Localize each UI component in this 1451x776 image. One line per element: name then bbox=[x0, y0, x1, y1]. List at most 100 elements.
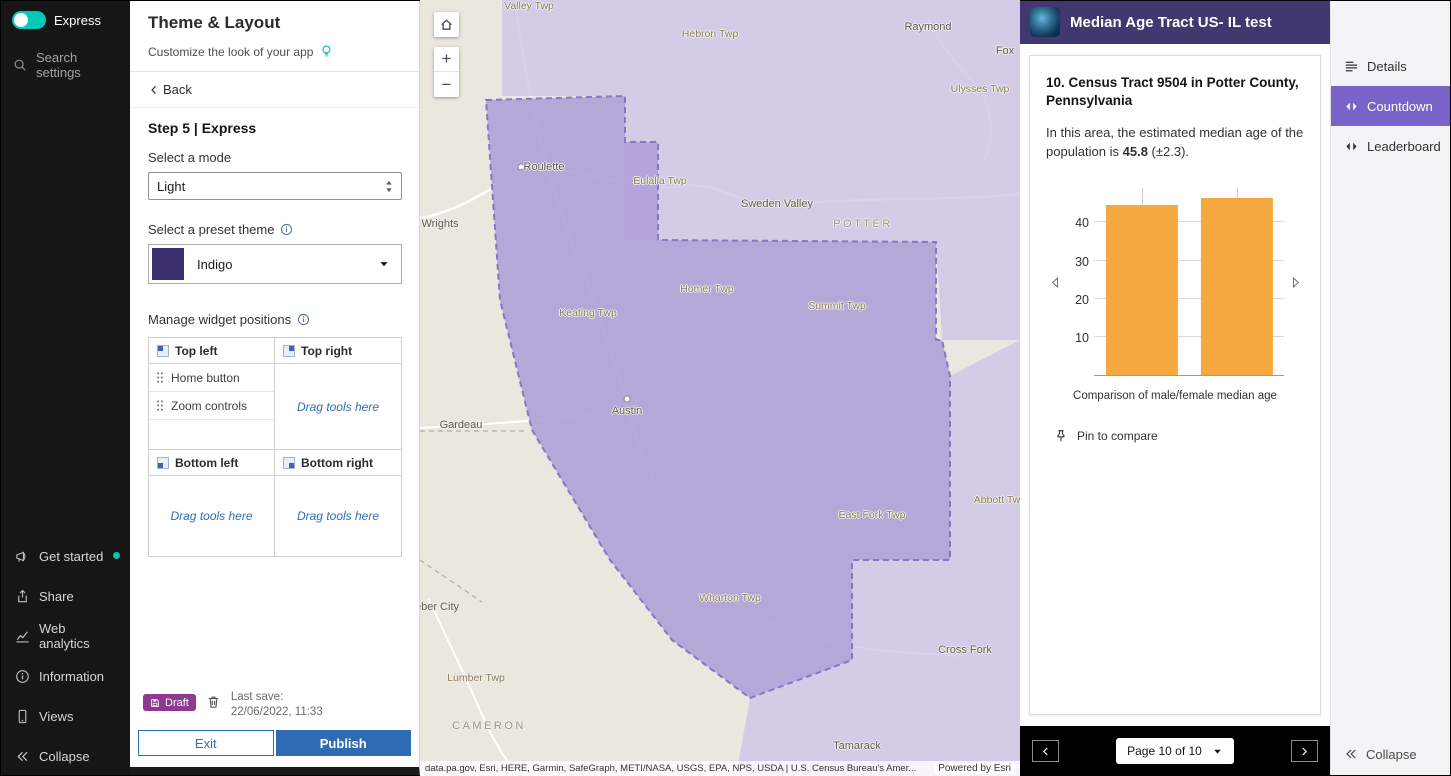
megaphone-icon bbox=[15, 549, 30, 564]
sidebar-item-label: Web analytics bbox=[39, 621, 90, 651]
panel-tab-label: Leaderboard bbox=[1367, 138, 1441, 154]
widget-position-grid: Top left Top right Home button Zoom contr… bbox=[148, 337, 402, 557]
drag-handle-icon[interactable] bbox=[156, 399, 164, 412]
bottom-left-dropzone[interactable]: Drag tools here bbox=[149, 476, 275, 556]
chart-ytick: 30 bbox=[1075, 254, 1089, 269]
drag-handle-icon[interactable] bbox=[156, 371, 164, 384]
search-settings[interactable]: Search settings bbox=[0, 38, 130, 92]
app-window: Express Search settings Get started Share… bbox=[0, 0, 1451, 776]
analytics-icon bbox=[15, 629, 30, 644]
page-title: Theme & Layout bbox=[148, 13, 281, 32]
top-left-label: Top left bbox=[175, 343, 218, 358]
median-age-value: 45.8 bbox=[1122, 144, 1148, 160]
zoom-controls: + − bbox=[434, 47, 459, 97]
panel-tab-countdown[interactable]: Countdown bbox=[1331, 86, 1451, 126]
panel-tab-label: Details bbox=[1367, 58, 1407, 74]
sidebar-item-label: Information bbox=[39, 668, 105, 684]
chart-y-axis: 10 20 30 40 bbox=[1066, 188, 1094, 376]
bottom-left-label: Bottom left bbox=[175, 455, 239, 470]
info-icon[interactable] bbox=[297, 313, 310, 326]
theme-swatch bbox=[152, 248, 184, 280]
back-button[interactable]: Back bbox=[130, 72, 419, 108]
sidebar-item-information[interactable]: Information bbox=[0, 656, 130, 696]
settings-panel: Theme & Layout Customize the look of you… bbox=[130, 0, 420, 776]
map-view[interactable]: Valley Twp Hebron Twp Raymond Fox Ulysses Tw… bbox=[420, 0, 1020, 776]
draft-status-badge: Draft bbox=[143, 694, 196, 712]
theme-label: Select a preset theme bbox=[148, 222, 275, 237]
carousel-icon bbox=[1344, 99, 1359, 114]
settings-subtitle: Customize the look of your app bbox=[148, 44, 314, 59]
zoom-out-button[interactable]: − bbox=[434, 72, 459, 97]
home-icon bbox=[439, 17, 454, 32]
sidebar-item-get-started[interactable]: Get started bbox=[0, 536, 130, 576]
chart-next-button[interactable] bbox=[1286, 276, 1304, 289]
bar-slot-male bbox=[1094, 188, 1189, 376]
bar-male bbox=[1105, 205, 1178, 376]
mode-select[interactable]: Light bbox=[148, 172, 402, 200]
publish-button[interactable]: Publish bbox=[275, 730, 411, 756]
tract-heading: 10. Census Tract 9504 in Potter County, … bbox=[1046, 75, 1299, 109]
lightbulb-icon bbox=[320, 44, 333, 59]
panel-tab-leaderboard[interactable]: Leaderboard bbox=[1331, 126, 1451, 166]
bottom-right-position-icon bbox=[283, 456, 295, 469]
tract-summary: In this area, the estimated median age o… bbox=[1046, 125, 1304, 160]
sidebar-item-web-analytics[interactable]: Web analytics bbox=[0, 616, 130, 656]
top-right-dropzone[interactable]: Drag tools here bbox=[275, 364, 401, 450]
delete-draft-button[interactable] bbox=[206, 694, 221, 710]
info-icon bbox=[15, 669, 30, 684]
pin-label: Pin to compare bbox=[1077, 429, 1158, 444]
top-left-tools-cell: Home button Zoom controls bbox=[149, 364, 275, 450]
app-header: Median Age Tract US- IL test bbox=[1020, 0, 1330, 44]
express-toggle[interactable] bbox=[12, 11, 46, 29]
theme-select[interactable]: Indigo bbox=[148, 244, 402, 284]
mode-label: Select a mode bbox=[148, 150, 232, 165]
last-save-label: Last save: bbox=[230, 691, 284, 704]
next-page-button[interactable] bbox=[1290, 740, 1318, 762]
draft-label: Draft bbox=[165, 696, 189, 709]
zoom-in-button[interactable]: + bbox=[434, 47, 459, 72]
bottom-right-dropzone[interactable]: Drag tools here bbox=[275, 476, 401, 556]
panel-tab-label: Countdown bbox=[1367, 98, 1433, 114]
chart-prev-button[interactable] bbox=[1046, 276, 1064, 289]
top-right-position-icon bbox=[283, 344, 295, 357]
app-title: Median Age Tract US- IL test bbox=[1070, 13, 1272, 31]
map-attribution: data.pa.gov, Esri, HERE, Garmin, SafeGra… bbox=[425, 763, 917, 774]
median-age-chart: 10 20 30 40 bbox=[1046, 188, 1304, 377]
builder-sidebar: Express Search settings Get started Share… bbox=[0, 0, 130, 776]
share-icon bbox=[15, 589, 30, 604]
top-right-label: Top right bbox=[301, 343, 353, 358]
chevron-left-icon bbox=[148, 84, 160, 96]
widget-tool-label: Zoom controls bbox=[171, 398, 248, 413]
previous-page-button[interactable] bbox=[1032, 740, 1059, 762]
widget-tool-label: Home button bbox=[171, 370, 240, 385]
page-select[interactable]: Page 10 of 10 bbox=[1116, 738, 1234, 764]
collapse-rail-button[interactable]: Collapse bbox=[1331, 732, 1451, 776]
bar-female bbox=[1200, 198, 1273, 376]
last-save-value: 22/06/2022, 11:33 bbox=[230, 706, 323, 719]
panel-tab-details[interactable]: Details bbox=[1331, 46, 1451, 86]
widget-tool-zoom-controls[interactable]: Zoom controls bbox=[149, 392, 274, 420]
app-tools-rail: Details Countdown Leaderboard Collapse bbox=[1330, 0, 1451, 776]
pin-to-compare-button[interactable]: Pin to compare bbox=[1046, 428, 1164, 444]
sidebar-item-collapse[interactable]: Collapse bbox=[0, 736, 130, 776]
details-icon bbox=[1344, 59, 1359, 74]
exit-button[interactable]: Exit bbox=[138, 730, 274, 756]
bottom-left-header: Bottom left bbox=[149, 450, 275, 476]
double-chevron-left-icon bbox=[1344, 747, 1358, 761]
powered-by-esri: Powered by Esri bbox=[934, 763, 1015, 774]
home-button[interactable] bbox=[434, 12, 459, 37]
notification-dot bbox=[113, 552, 120, 559]
app-thumbnail bbox=[1030, 7, 1060, 37]
save-icon bbox=[151, 698, 159, 707]
sidebar-item-views[interactable]: Views bbox=[0, 696, 130, 736]
collapse-icon bbox=[15, 749, 30, 764]
step-title: Step 5 | Express bbox=[148, 120, 257, 136]
widget-tool-home-button[interactable]: Home button bbox=[149, 364, 274, 392]
top-right-header: Top right bbox=[275, 338, 401, 364]
pagination-bar: Page 10 of 10 bbox=[1020, 726, 1330, 776]
sidebar-item-share[interactable]: Share bbox=[0, 576, 130, 616]
map-canvas[interactable] bbox=[420, 0, 1020, 776]
info-icon[interactable] bbox=[280, 223, 293, 236]
bottom-right-header: Bottom right bbox=[275, 450, 401, 476]
